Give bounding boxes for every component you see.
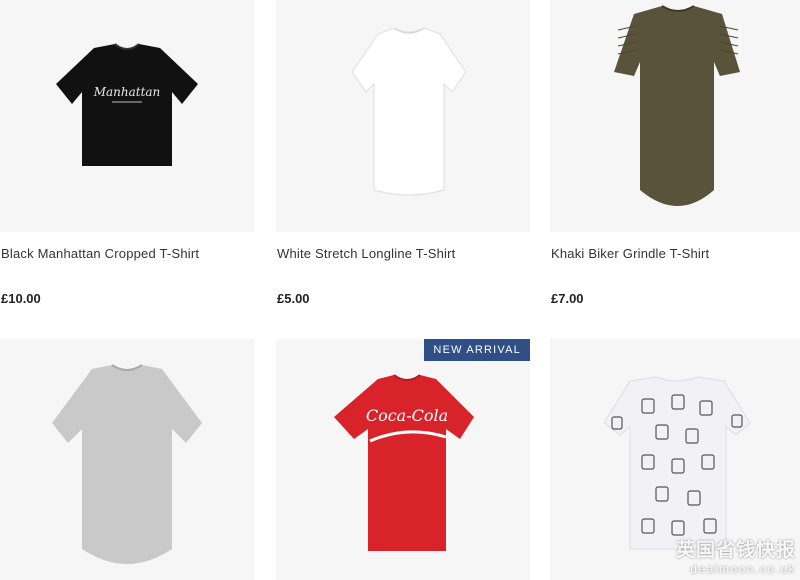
- product-price: £7.00: [551, 291, 584, 306]
- red-coca-cola-tshirt-image: Coca-Cola: [334, 374, 474, 551]
- product-image[interactable]: Coca-Cola NEW ARRIVAL: [276, 339, 530, 580]
- product-image[interactable]: [550, 0, 800, 232]
- product-card[interactable]: Khaki Biker Grindle T-Shirt £7.00: [550, 0, 800, 320]
- black-cropped-tshirt-image: Manhattan: [56, 43, 198, 166]
- product-card[interactable]: Manhattan Black Manhattan Cropped T-Shir…: [0, 0, 254, 320]
- grey-longline-tshirt-image: [52, 364, 202, 564]
- white-longline-tshirt-image: [351, 27, 467, 196]
- product-title[interactable]: Khaki Biker Grindle T-Shirt: [551, 246, 709, 261]
- tshirt-print-text: Coca-Cola: [366, 406, 448, 425]
- product-grid: Manhattan Black Manhattan Cropped T-Shir…: [0, 0, 800, 580]
- dealmoon-watermark: 英国省钱快报 dealmoon.co.uk: [676, 540, 796, 576]
- new-arrival-badge: NEW ARRIVAL: [424, 339, 530, 361]
- product-price: £10.00: [1, 291, 41, 306]
- product-title[interactable]: Black Manhattan Cropped T-Shirt: [1, 246, 199, 261]
- tshirt-print-text: Manhattan: [93, 85, 161, 99]
- khaki-biker-tshirt-image: [614, 5, 740, 206]
- product-card[interactable]: [0, 339, 254, 580]
- product-image[interactable]: [276, 0, 530, 232]
- product-image[interactable]: Manhattan: [0, 0, 254, 232]
- product-title[interactable]: White Stretch Longline T-Shirt: [277, 246, 455, 261]
- product-image[interactable]: [0, 339, 254, 580]
- product-price: £5.00: [277, 291, 310, 306]
- watermark-domain-text: dealmoon.co.uk: [690, 562, 796, 576]
- product-card[interactable]: Coca-Cola NEW ARRIVAL: [276, 339, 530, 580]
- watermark-chinese-text: 英国省钱快报: [675, 540, 796, 561]
- product-card[interactable]: White Stretch Longline T-Shirt £5.00: [276, 0, 530, 320]
